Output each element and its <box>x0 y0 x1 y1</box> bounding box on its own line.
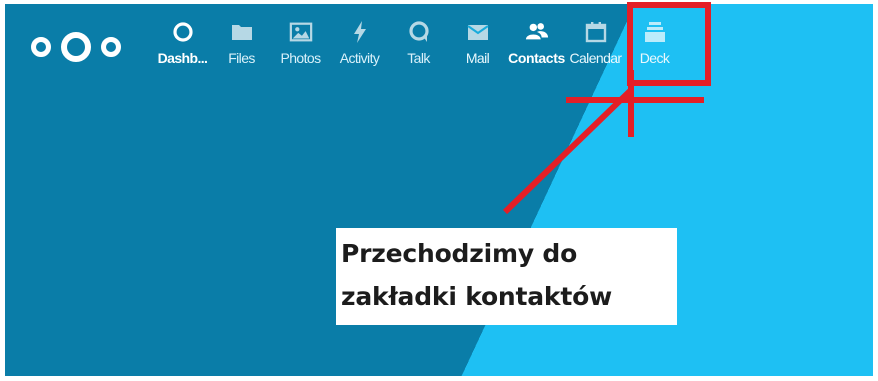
calendar-icon <box>584 20 608 44</box>
nav-item-calendar[interactable]: Calendar <box>566 18 625 78</box>
lightning-icon <box>348 20 372 44</box>
nav-item-mail[interactable]: Mail <box>448 18 507 78</box>
chat-icon <box>407 20 431 44</box>
deck-icon <box>643 20 667 44</box>
nextcloud-logo[interactable] <box>27 30 127 64</box>
nav-item-talk[interactable]: Talk <box>389 18 448 78</box>
nav-label-deck: Deck <box>639 50 670 66</box>
mail-icon <box>466 20 490 44</box>
annotation-line-1: Przechodzimy do <box>341 239 578 268</box>
contacts-icon <box>525 20 549 44</box>
image-icon <box>289 20 313 44</box>
dashboard-icon <box>171 20 195 44</box>
nav-item-dashboard[interactable]: Dashb... <box>153 18 212 78</box>
nav-item-deck[interactable]: Deck <box>625 18 684 78</box>
app-navigation: Dashb... Files Photos Activity Talk Mail… <box>153 18 684 78</box>
nav-item-files[interactable]: Files <box>212 18 271 78</box>
annotation-line-2: zakładki kontaktów <box>341 282 612 311</box>
folder-icon <box>230 20 254 44</box>
nav-item-activity[interactable]: Activity <box>330 18 389 78</box>
annotation-callout: Przechodzimy do zakładki kontaktów <box>336 228 677 325</box>
nav-item-contacts[interactable]: Contacts <box>507 18 566 78</box>
nav-item-photos[interactable]: Photos <box>271 18 330 78</box>
